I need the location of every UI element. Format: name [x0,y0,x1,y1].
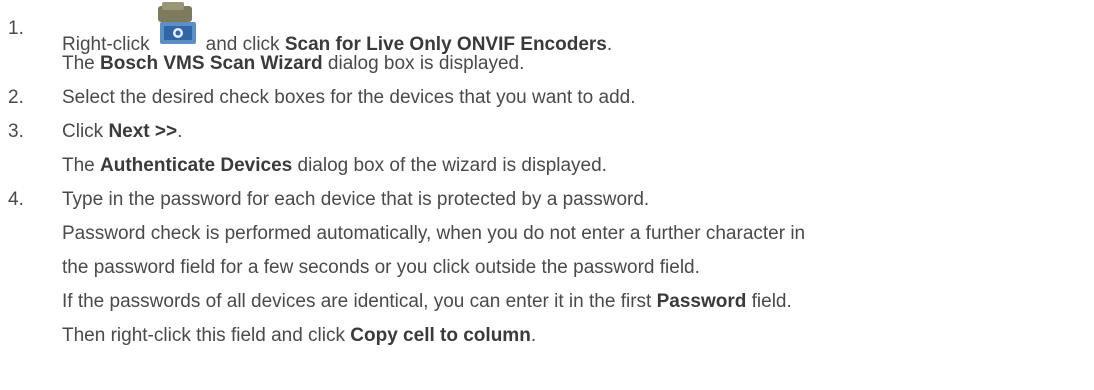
step-4-line-4: If the passwords of all devices are iden… [62,291,792,312]
onvif-encoder-icon [156,2,198,54]
step-number: 4. [8,189,24,210]
step-4-line-1: Type in the password for each device tha… [62,189,650,210]
step-4-line-5: Then right-click this field and click Co… [62,325,537,346]
step-4-line-2: Password check is performed automaticall… [62,223,806,244]
step-3-line-1: Click Next >>. [62,121,183,142]
step-4-line-3: the password field for a few seconds or … [62,257,700,278]
step-number: 3. [8,121,24,142]
step-1-line-1: Right-click and click Scan for Live Only… [62,2,612,56]
step-1-line-2: The Bosch VMS Scan Wizard dialog box is … [62,53,525,74]
step-3-line-2: The Authenticate Devices dialog box of t… [62,155,607,176]
step-number: 2. [8,87,24,108]
step-2-line-1: Select the desired check boxes for the d… [62,87,636,108]
step-number: 1. [8,18,24,39]
